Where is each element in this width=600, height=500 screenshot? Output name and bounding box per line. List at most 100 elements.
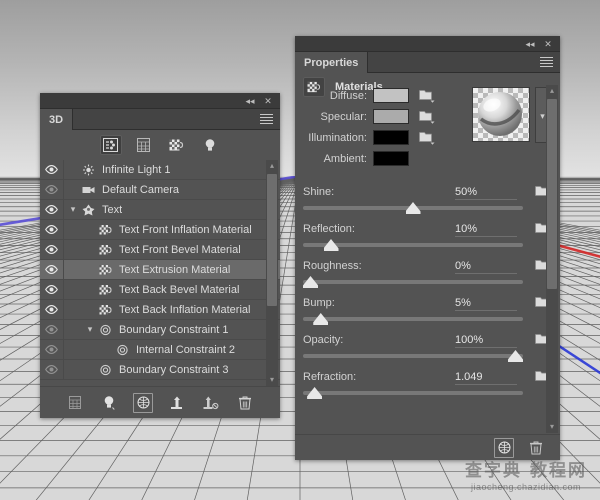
material-icon [97,244,113,256]
slider-track[interactable] [303,280,523,284]
scene-list-item[interactable]: Default Camera [40,180,280,200]
slider-track[interactable] [303,317,523,321]
visibility-toggle-icon[interactable] [40,320,64,339]
add-point-button[interactable] [167,393,187,413]
panel-menu-icon[interactable] [540,57,553,67]
texture-folder-icon[interactable] [419,110,435,124]
mesh-icon [80,204,96,216]
scene-list-item[interactable]: Infinite Light 1 [40,160,280,180]
new-material-button[interactable] [494,438,514,458]
visibility-toggle-icon[interactable] [40,160,64,179]
chevron-down-icon[interactable]: ▾ [66,204,80,215]
scene-list-item[interactable]: Text Back Inflation Material [40,300,280,320]
add-mesh-button[interactable] [65,393,85,413]
scroll-thumb[interactable] [267,174,277,306]
scene-list-item[interactable]: Text Extrusion Material [40,260,280,280]
scene-list-item-label: Text Front Bevel Material [119,243,241,256]
scene-list-item-label: Text Back Bevel Material [119,283,240,296]
material-color-row: Ambient: [295,148,560,169]
slider-value-field[interactable]: 10% [455,223,517,237]
slider-value-field[interactable]: 50% [455,186,517,200]
visibility-toggle-icon[interactable] [40,280,64,299]
scene-list-item[interactable]: Boundary Constraint 3 [40,360,280,380]
color-swatch[interactable] [373,151,409,166]
properties-tabstrip: Properties [295,52,560,73]
tab-properties[interactable]: Properties [295,52,369,73]
material-slider-row: Shine: 50% [295,185,560,222]
scene-list-item[interactable]: Text Front Bevel Material [40,240,280,260]
visibility-toggle-icon[interactable] [40,180,64,199]
slider-value-field[interactable]: 1.049 [455,371,517,385]
chevron-down-icon[interactable]: ▾ [83,324,97,335]
color-row-label: Diffuse: [329,89,367,102]
visibility-toggle-icon[interactable] [40,300,64,319]
3d-panel[interactable]: ◂◂ ✕ 3D Infinite Light 1 Default Camera … [40,93,280,418]
visibility-toggle-icon[interactable] [40,220,64,239]
scene-list-item[interactable]: ▾ Text [40,200,280,220]
mesh-filter-icon[interactable] [133,135,155,155]
visibility-toggle-icon[interactable] [40,240,64,259]
scene-list-item-label: Text [102,203,123,216]
color-swatch[interactable] [373,88,409,103]
color-swatch[interactable] [373,109,409,124]
scene-list-item-label: Boundary Constraint 3 [119,363,229,376]
collapse-icon[interactable]: ◂◂ [244,95,256,107]
light-icon [80,164,96,176]
slider-value-field[interactable]: 5% [455,297,517,311]
scroll-up-icon[interactable]: ▴ [266,160,278,172]
constraint-icon [97,364,113,376]
3d-filter-toolbar [40,130,280,160]
scroll-down-icon[interactable]: ▾ [546,421,558,433]
slider-value-field[interactable]: 0% [455,260,517,274]
slider-row-label: Opacity: [303,334,344,346]
material-slider-row: Reflection: 10% [295,222,560,259]
tab-3d[interactable]: 3D [40,109,74,130]
camera-icon [80,184,96,196]
scene-list-item-label: Text Extrusion Material [119,263,231,276]
scroll-down-icon[interactable]: ▾ [266,374,278,386]
texture-folder-icon[interactable] [419,131,435,145]
slider-track[interactable] [303,354,523,358]
scene-filter-icon[interactable] [99,135,122,155]
properties-panel[interactable]: ◂◂ ✕ Properties Materials Diffuse: Specul… [295,36,560,460]
texture-folder-icon[interactable] [419,89,435,103]
remove-point-button[interactable] [201,393,221,413]
scene-list-item-label: Default Camera [102,183,180,196]
properties-titlebar: ◂◂ ✕ [295,36,560,52]
scene-list-item[interactable]: Text Back Bevel Material [40,280,280,300]
delete-material-button[interactable] [526,438,546,458]
constraint-icon [114,344,130,356]
3d-panel-titlebar: ◂◂ ✕ [40,93,280,109]
3d-panel-tabstrip: 3D [40,109,280,130]
constraint-icon [97,324,113,336]
scene-list-item[interactable]: Internal Constraint 2 [40,340,280,360]
material-sphere-preview[interactable]: ▾ [472,87,550,145]
scroll-up-icon[interactable]: ▴ [546,85,558,97]
scene-list-item[interactable]: ▾ Boundary Constraint 1 [40,320,280,340]
slider-track[interactable] [303,391,523,395]
3d-scene-list[interactable]: Infinite Light 1 Default Camera ▾ Text Text … [40,160,280,386]
3d-panel-footer [40,386,280,418]
delete-button[interactable] [235,393,255,413]
slider-row-label: Roughness: [303,260,362,272]
panel-menu-icon[interactable] [260,114,273,124]
close-icon[interactable]: ✕ [542,38,554,50]
lights-filter-icon[interactable] [199,135,221,155]
scroll-thumb[interactable] [547,99,557,289]
3d-list-scrollbar[interactable]: ▴ ▾ [266,160,278,386]
add-material-button[interactable] [133,393,153,413]
material-slider-row: Opacity: 100% [295,333,560,370]
visibility-toggle-icon[interactable] [40,340,64,359]
scene-list-item-label: Boundary Constraint 1 [119,323,229,336]
scene-list-item[interactable]: Text Front Inflation Material [40,220,280,240]
close-icon[interactable]: ✕ [262,95,274,107]
add-light-button[interactable] [99,393,119,413]
properties-scrollbar[interactable]: ▴ ▾ [546,85,558,433]
visibility-toggle-icon[interactable] [40,360,64,379]
slider-value-field[interactable]: 100% [455,334,517,348]
materials-filter-icon[interactable] [166,135,188,155]
visibility-toggle-icon[interactable] [40,200,64,219]
visibility-toggle-icon[interactable] [40,260,64,279]
color-swatch[interactable] [373,130,409,145]
collapse-icon[interactable]: ◂◂ [524,38,536,50]
